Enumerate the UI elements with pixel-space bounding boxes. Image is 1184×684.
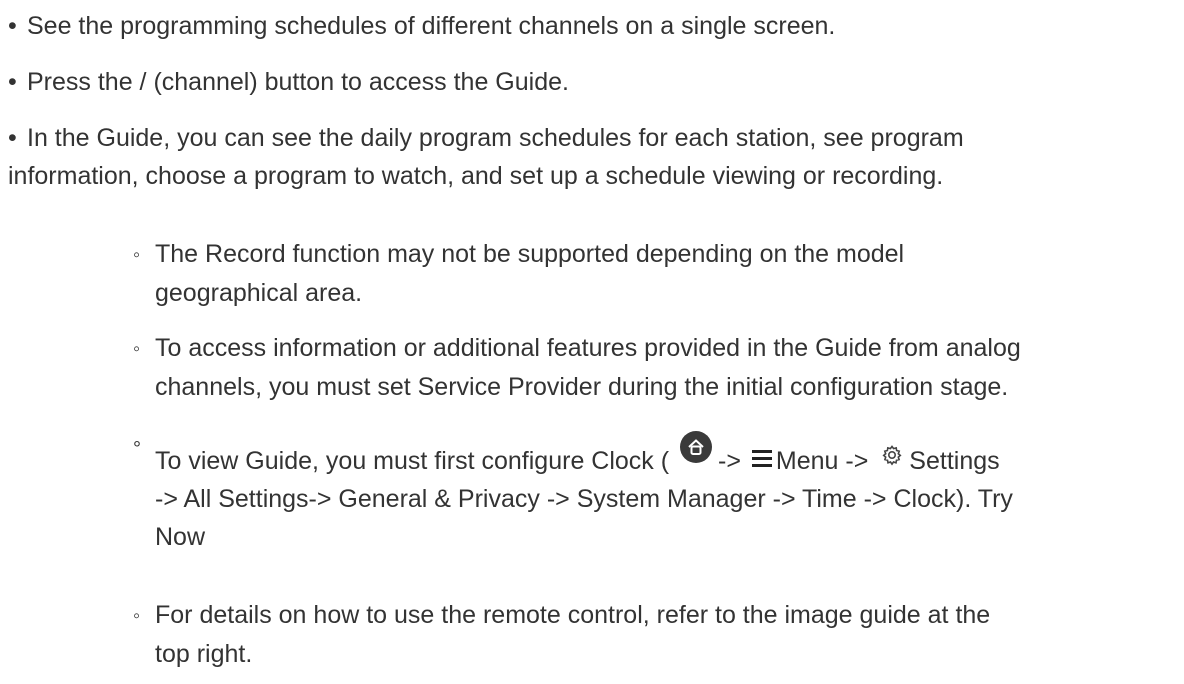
- note-text-line1: For details on how to use the remote con…: [155, 601, 991, 629]
- note-text-line2: geographical area.: [155, 279, 363, 307]
- bullet-dot: •: [8, 68, 17, 96]
- bullet-text: Press the / (channel) button to access t…: [27, 68, 569, 96]
- note-remote: ◦ For details on how to use the remote co…: [133, 596, 1178, 673]
- sub-bullet-ring: ◦: [133, 338, 141, 360]
- note-text-line2: channels, you must set Service Provider …: [155, 373, 1009, 401]
- home-icon[interactable]: [680, 431, 713, 463]
- note-record: ◦ The Record function may not be supporte…: [133, 235, 1178, 312]
- sub-bullet-ring: ◦: [133, 605, 141, 627]
- settings-label: Settings: [909, 447, 1000, 475]
- guide-document: • See the programming schedules of differ…: [0, 0, 1184, 684]
- note-text-line2: top right.: [155, 640, 253, 668]
- bullet-dot: •: [8, 124, 17, 152]
- bullet-text-line2: information, choose a program to watch, …: [8, 162, 944, 190]
- bullet-text: See the programming schedules of differe…: [27, 12, 836, 40]
- note-text-line1: To access information or additional feat…: [155, 334, 1021, 362]
- note-text-line2: -> All Settings-> General & Privacy -> S…: [155, 485, 1013, 513]
- bullet-item-schedules: • See the programming schedules of differ…: [8, 7, 1178, 45]
- sub-bullet-ring: ◦: [133, 244, 141, 266]
- note-analog: ◦ To access information or additional fea…: [133, 329, 1178, 406]
- try-now-link[interactable]: Now: [133, 518, 1178, 556]
- note-clock: ° To view Guide, you must first configure…: [133, 430, 1178, 556]
- bullet-dot: •: [8, 12, 17, 40]
- bullet-item-guide-features: • In the Guide, you can see the daily pro…: [8, 119, 1178, 195]
- bullet-item-access-guide: • Press the / (channel) button to access …: [8, 63, 1178, 101]
- sub-bullet-ring: °: [133, 438, 141, 460]
- menu-icon: [751, 449, 772, 467]
- arrow-text: ->: [718, 447, 741, 475]
- gear-icon: [881, 439, 903, 466]
- note-text-line1: The Record function may not be supported…: [155, 240, 905, 268]
- menu-label: Menu ->: [775, 447, 869, 475]
- note-text-part1: To view Guide, you must first configure …: [155, 447, 670, 475]
- bullet-text-line1: In the Guide, you can see the daily prog…: [27, 124, 964, 152]
